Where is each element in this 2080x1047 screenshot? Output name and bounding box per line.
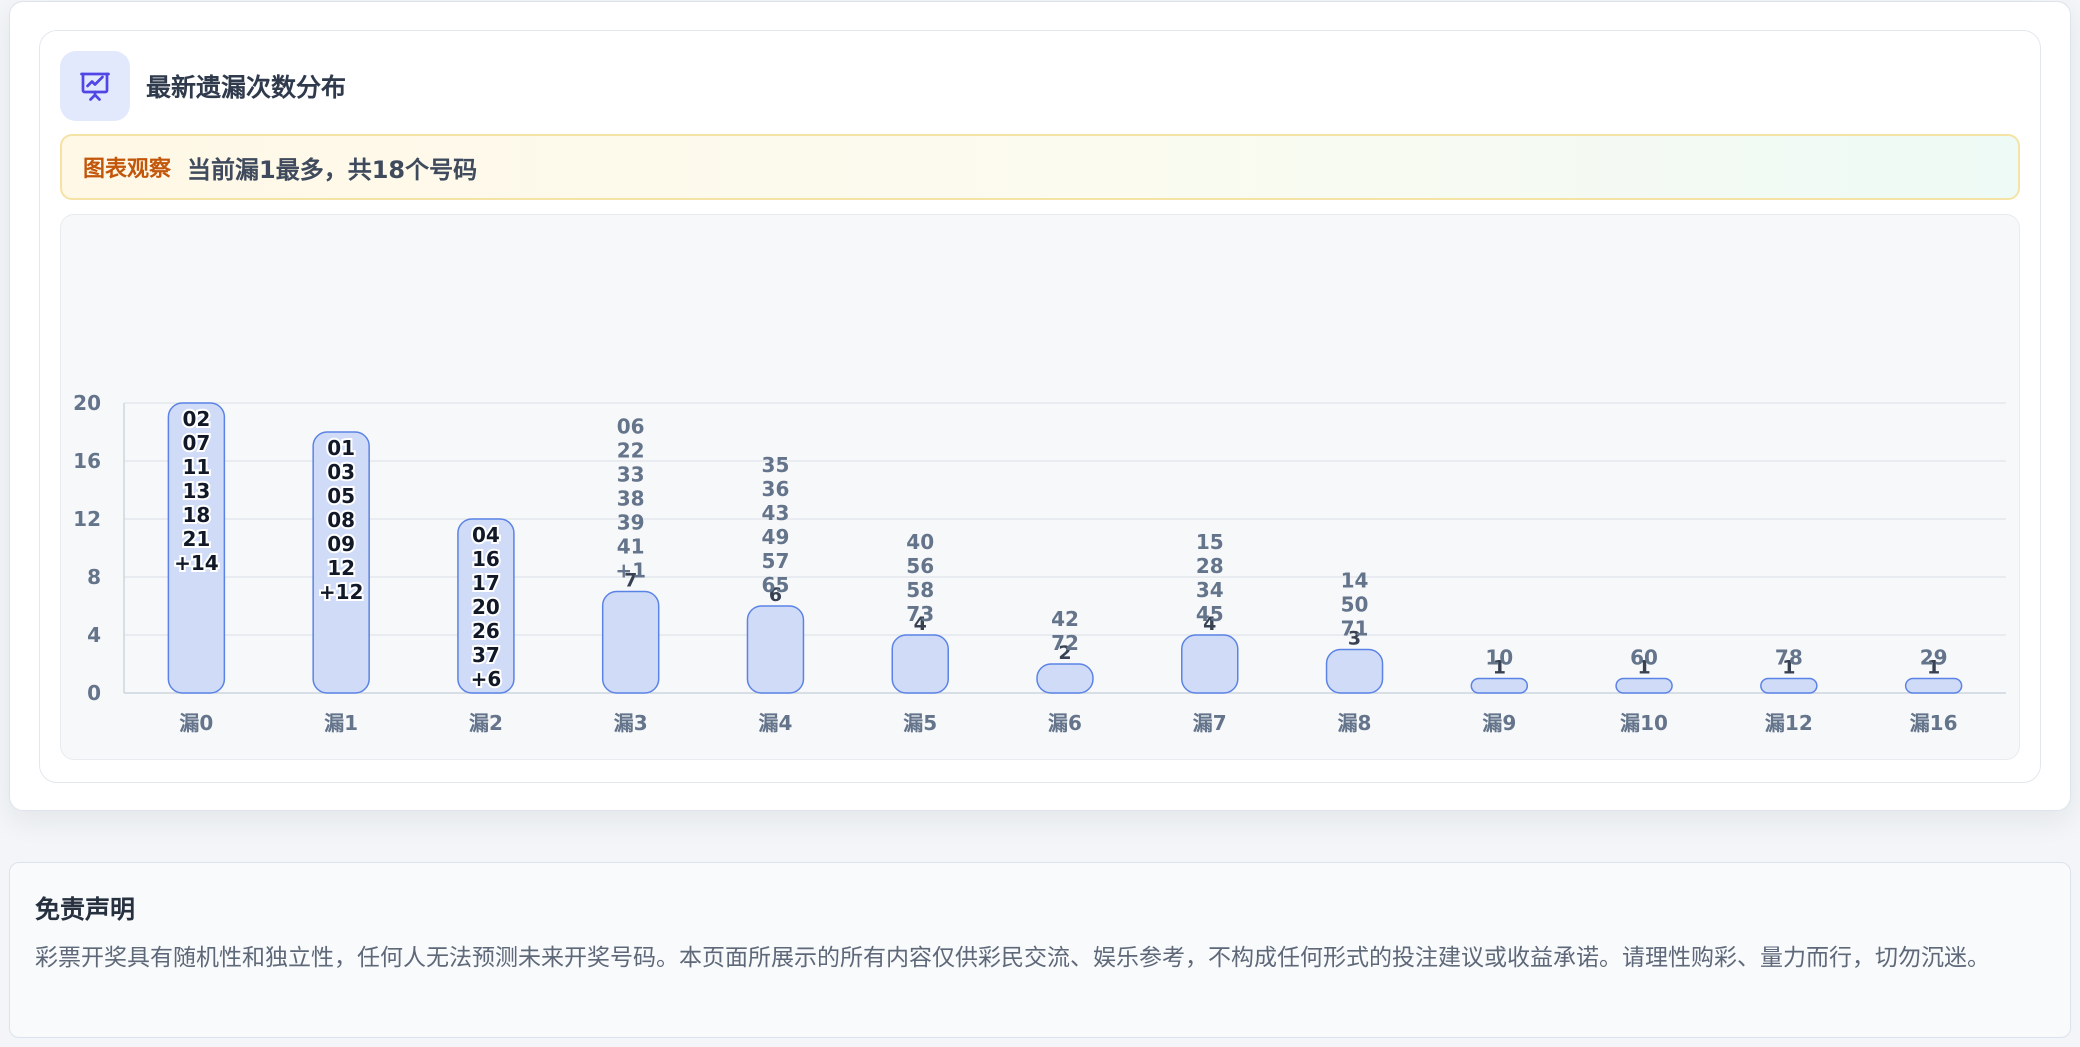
x-tick-label: 漏7 [1193,711,1227,735]
observation-tag: 图表观察 [83,157,172,182]
bar-number-label: 05 [327,484,355,508]
observation-text: 当前漏1最多，共18个号码 [187,155,478,184]
y-tick-label: 16 [73,449,101,473]
x-tick-label: 漏1 [324,711,358,735]
bar-number-label: 20 [472,595,500,619]
bar [891,634,949,694]
x-tick-label: 漏16 [1910,711,1958,735]
bar-number-label: 60 [1630,646,1658,670]
chart-observation-banner: 图表观察 当前漏1最多，共18个号码 [60,134,2020,200]
bar-number-label: 21 [182,527,210,551]
disclaimer-title: 免责声明 [35,895,136,924]
bar-number-label: 73 [906,602,934,626]
bar-number-label: 11 [182,455,210,479]
y-tick-label: 12 [73,507,101,531]
bar-number-label: 71 [1341,617,1369,641]
bar-number-label: 50 [1341,593,1369,617]
bar-number-label: 12 [327,556,355,580]
bar-number-label: 09 [327,532,355,556]
y-tick-label: 4 [87,623,101,647]
bar-number-label: 41 [617,535,645,559]
bar [1181,634,1239,694]
omission-bar-chart: 048121620漏0020711131821+14漏1010305080912… [73,391,2006,735]
bar-number-label: 17 [472,571,500,595]
bar-number-label: 42 [1051,607,1079,631]
bar-number-label: 16 [472,547,500,571]
bar-number-label: 49 [762,525,790,549]
bar-number-label: 15 [1196,530,1224,554]
bar-number-label: +1 [615,559,646,583]
bar-number-label: 56 [906,554,934,578]
bar-number-label: 14 [1341,569,1369,593]
x-tick-label: 漏10 [1620,711,1668,735]
x-tick-label: 漏4 [759,711,793,735]
bar-number-label: 22 [617,439,645,463]
bar-number-label: 39 [617,511,645,535]
chart-panel: 0 4 8 12 16 20 漏0 02 07 11 13 18 21 +14 漏1 01 03 05 08 09 12… [60,214,2020,760]
x-tick-label: 漏9 [1482,711,1516,735]
bar-number-label: 65 [762,573,790,597]
x-tick-label: 漏6 [1048,711,1082,735]
bar-number-label: 13 [182,479,210,503]
x-tick-label: 漏8 [1338,711,1372,735]
bar-number-label: 07 [182,431,210,455]
bar-number-label: 58 [906,578,934,602]
bar-number-label: 34 [1196,578,1224,602]
bar-number-label: 18 [182,503,210,527]
x-tick-label: 漏12 [1765,711,1813,735]
bar-number-label: 57 [762,549,790,573]
y-tick-label: 8 [87,565,101,589]
y-tick-label: 0 [87,681,101,705]
x-tick-label: 漏2 [469,711,503,735]
bar-number-label: +12 [319,580,364,604]
bar-number-label: 78 [1775,646,1803,670]
chart-title: 最新遗漏次数分布 [146,73,347,102]
bar-number-label: +6 [471,667,502,691]
bar-number-label: 29 [1920,646,1948,670]
bar-number-label: 08 [327,508,355,532]
bar-number-label: 38 [617,487,645,511]
presentation-chart-icon [60,51,130,121]
disclaimer-text: 彩票开奖具有随机性和独立性，任何人无法预测未来开奖号码。本页面所展示的所有内容仅… [35,945,1990,971]
bar-number-label: 35 [762,453,790,477]
bar-number-label: 06 [617,415,645,439]
bar-number-label: 28 [1196,554,1224,578]
bar-number-label: 33 [617,463,645,487]
bar-number-label: 10 [1485,646,1513,670]
bar-number-label: 72 [1051,631,1079,655]
bar [1615,677,1673,694]
bar [1760,677,1818,694]
bar-number-label: +14 [174,551,219,575]
x-tick-label: 漏0 [179,711,213,735]
bar-number-label: 26 [472,619,500,643]
bar-number-label: 02 [182,407,210,431]
bar-number-label: 01 [327,436,355,460]
bar-number-label: 45 [1196,602,1224,626]
bar-number-label: 03 [327,460,355,484]
bar [1325,648,1384,694]
disclaimer-section: 免责声明 彩票开奖具有随机性和独立性，任何人无法预测未来开奖号码。本页面所展示的… [9,862,2071,1038]
x-tick-label: 漏5 [903,711,937,735]
bar-number-label: 36 [762,477,790,501]
bar-number-label: 43 [762,501,790,525]
bar [1470,677,1529,694]
x-tick-label: 漏3 [614,711,648,735]
bar [746,605,805,694]
bar-number-label: 04 [472,523,500,547]
bar [1036,663,1094,694]
bar [601,590,660,694]
bar [1904,677,1963,694]
y-tick-label: 20 [73,391,101,415]
bar-number-label: 40 [906,530,934,554]
bar-number-label: 37 [472,643,500,667]
